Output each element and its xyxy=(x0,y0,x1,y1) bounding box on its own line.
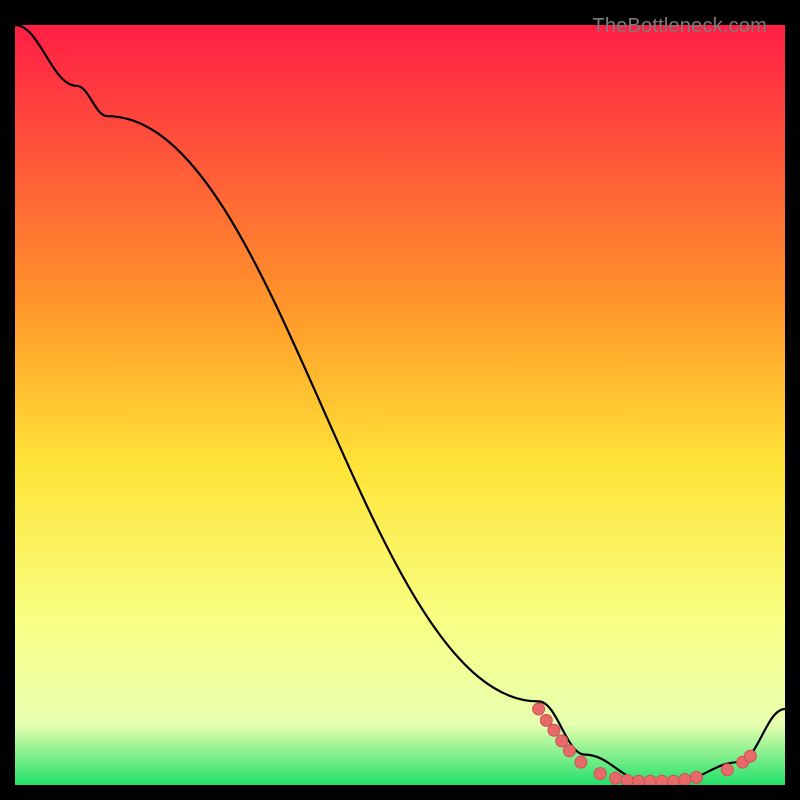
data-point-marker xyxy=(556,735,568,747)
data-point-marker xyxy=(644,775,656,785)
chart-frame: TheBottleneck.com xyxy=(15,15,785,785)
data-point-marker xyxy=(533,703,545,715)
data-point-marker xyxy=(540,714,552,726)
data-point-marker xyxy=(744,750,756,762)
data-point-marker xyxy=(721,764,733,776)
data-point-marker xyxy=(610,772,622,784)
data-point-marker xyxy=(563,745,575,757)
data-point-marker xyxy=(575,756,587,768)
data-point-marker xyxy=(548,724,560,736)
data-point-marker xyxy=(667,775,679,785)
data-point-marker xyxy=(679,774,691,785)
data-point-marker xyxy=(633,775,645,785)
gradient-background xyxy=(15,25,785,785)
bottleneck-chart xyxy=(15,15,785,785)
data-point-marker xyxy=(656,775,668,785)
attribution-text: TheBottleneck.com xyxy=(592,15,767,38)
data-point-marker xyxy=(621,774,633,785)
data-point-marker xyxy=(690,771,702,783)
data-point-marker xyxy=(594,768,606,780)
